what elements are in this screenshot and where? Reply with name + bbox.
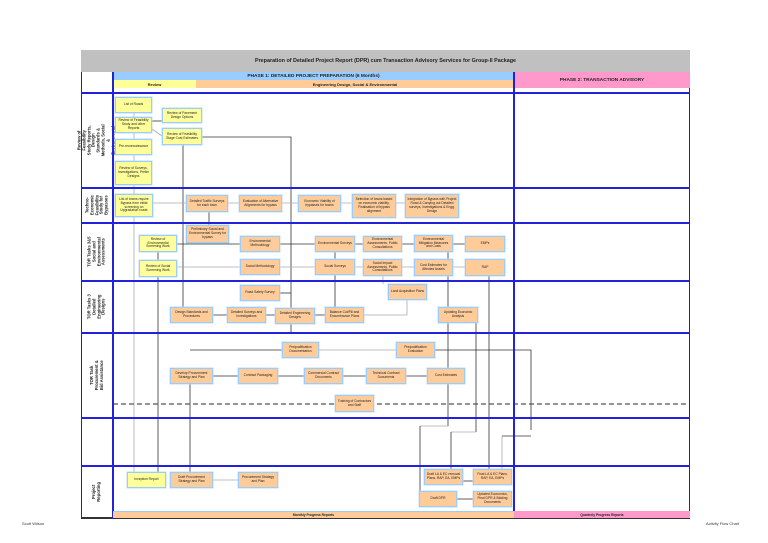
activity-box-upd-econ: Updating Economic Analysis — [438, 307, 478, 323]
activity-box-draft-la: Draft LA & EC removal Plans, RAP, EA, EM… — [424, 469, 463, 485]
lane-divider — [81, 332, 690, 334]
footer-company: Scott Wilson — [22, 521, 45, 526]
lane-divider — [81, 187, 690, 189]
activity-box-soc-surv: Social Surveys — [315, 259, 355, 275]
activity-box-prelim-se: Preliminary Social and Environmental Sur… — [186, 225, 229, 243]
activity-box-tech-docs: Technical Contract Documents — [366, 368, 406, 384]
activity-box-final-dpr: Updated Economics, Final DPR & Bidding D… — [473, 491, 512, 507]
activity-box-fs-cost: Review of Feasibility Stage Cost Estimat… — [162, 128, 202, 145]
activity-box-selection: Selection of towns based on economic via… — [352, 194, 396, 218]
footer-doc-title: Activity Flow Chart — [706, 521, 740, 526]
activity-box-preq-eval: Prequalification Evaluation — [396, 342, 435, 358]
activity-box-env-meth: Environmental Methodology — [240, 236, 280, 252]
lane-divider — [81, 465, 690, 467]
activity-box-review-surveys: Review of Surveys, Investigations, Preli… — [115, 161, 152, 185]
activity-box-env-surv: Environmental Surveys — [315, 236, 355, 252]
activity-box-draft-proc: Draft Procurement Strategy and Plan — [170, 472, 213, 488]
activity-box-econ-viab: Economic Viability of bypasses for towns — [298, 195, 341, 212]
lane-divider — [81, 417, 690, 419]
activity-box-list-roads: List of Roads — [115, 97, 152, 113]
lane-divider — [81, 280, 690, 282]
activity-box-rap: RAP — [465, 259, 505, 276]
activity-box-soc-assess: Social Impact Assessments, Public Consul… — [363, 259, 402, 276]
activity-box-inception: Inception Report — [127, 472, 166, 488]
quarterly-progress-reports-bar: Quarterly Progress Reports — [514, 511, 690, 518]
activity-box-land-acq: Land Acquisition Plans — [388, 284, 427, 300]
activity-box-soc-meth: Social Methodology — [240, 259, 280, 275]
activity-box-packaging: Contract Packaging — [238, 368, 278, 384]
activity-box-cost-est: Cost Estimates — [427, 368, 465, 384]
activity-box-training: Training of Contractors and Staff — [335, 395, 374, 412]
activity-box-rev-env: Review of Environmental Screening Work — [139, 235, 177, 252]
lane-divider — [81, 92, 690, 94]
connector-line — [364, 300, 408, 316]
activity-box-rev-soc: Review of Social Screening Work — [139, 260, 177, 277]
activity-box-env-assess: Environmental Assessments, Public Consul… — [363, 236, 402, 252]
activity-box-prerecon: Pre-reconnaissance — [115, 139, 152, 155]
activity-box-draft-dpr: Draft DPR — [419, 491, 457, 507]
activity-box-road-safety: Road Safety Survey — [240, 285, 280, 301]
monthly-progress-reports-bar: Monthly Progress Reports — [113, 511, 514, 518]
activity-box-proc-plan: Procurement Strategy and Plan — [238, 472, 278, 488]
activity-box-final-la: Final LA & EC Plans, RAP, EA, EMPs — [473, 469, 512, 485]
activity-box-pavement: Review of Pavement Design Options — [162, 108, 202, 123]
activity-box-det-surveys: Detailed Surveys and Investigations — [227, 307, 266, 323]
activity-box-preq-doc: Prequalification Documentation — [282, 342, 319, 358]
activity-box-integration: Integration of Bypass with Project Road … — [405, 194, 459, 218]
activity-box-emps: EMPs — [465, 236, 505, 252]
activity-box-traffic: Detailed Traffic Surveys for each town — [186, 195, 228, 212]
activity-box-towns-bypass: List of towns require Bypass from initia… — [115, 194, 153, 217]
activity-box-cutfill: Balance Cut/Fill and Encumbrance Plans — [325, 307, 364, 323]
activity-box-review-fs: Review of Feasibility Study and other Re… — [115, 117, 152, 133]
activity-box-cost-assets: Cost Estimates for Affected Assets — [414, 259, 453, 276]
lane-divider — [81, 222, 690, 224]
activity-box-dev-proc: Develop Procurement Strategy and Plan — [170, 368, 213, 384]
activity-box-env-mitig: Environmental Mitigation Measures and Co… — [414, 235, 453, 252]
activity-box-alt-align: Evaluation of Alternative Alignments for… — [239, 195, 282, 212]
phase-divider — [112, 72, 114, 519]
activity-box-design-std: Design Standards and Procedures — [170, 307, 213, 323]
phase-divider — [513, 72, 515, 512]
activity-box-det-eng: Detailed Engineering Designs — [275, 308, 315, 324]
activity-box-comm-docs: Commercial Contract Documents — [304, 368, 343, 384]
connector-line — [151, 128, 163, 137]
